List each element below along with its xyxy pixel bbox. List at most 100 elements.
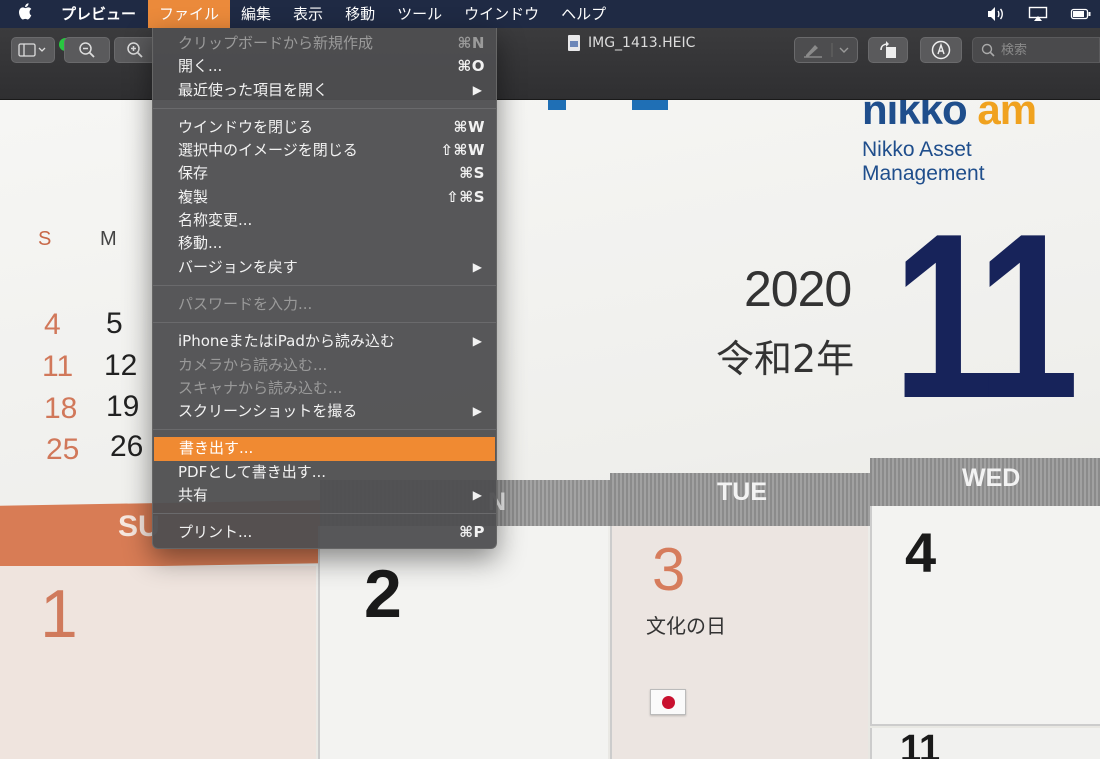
menu-item-label: クリップボードから新規作成 [178,34,374,52]
menu-help[interactable]: ヘルプ [550,0,617,28]
menu-item-label: 移動... [178,234,223,253]
file-menu-item[interactable]: プリント... ⌘P [153,521,496,544]
highlight-button[interactable] [794,37,858,63]
file-menu: クリップボードから新規作成 ⌘N 開く... ⌘O 最近使った項目を開く ▶ ウインドウを閉… [152,28,497,549]
file-menu-item[interactable]: 移動... [153,232,496,255]
menu-preview[interactable]: プレビュー [50,0,148,28]
mini-header-sun: S [38,228,52,250]
menu-item-shortcut: ⌘W [453,117,485,136]
zoom-out-button[interactable] [64,37,110,63]
file-menu-item[interactable]: 保存 ⌘S [153,162,496,185]
weekday-label-tuesday: TUE [717,478,767,506]
file-menu-item[interactable]: PDFとして書き出す... [153,461,496,484]
sidebar-toggle-button[interactable] [11,37,55,63]
menu-item-shortcut: ⇧⌘S [446,187,485,206]
file-menu-item[interactable]: ウインドウを閉じる ⌘W [153,116,496,139]
japan-flag-icon [650,689,686,715]
day-cell [610,526,868,759]
menu-view[interactable]: 表示 [282,0,334,28]
battery-icon[interactable] [1070,6,1092,22]
airplay-icon[interactable] [1028,6,1048,22]
rotate-button[interactable] [868,37,908,63]
mini-day: 4 [44,308,61,341]
day-number: 11 [900,728,941,759]
calendar-ring [548,100,566,110]
zoom-in-icon [126,42,143,58]
menu-edit[interactable]: 編集 [230,0,282,28]
file-menu-item: スキャナから読み込む... [153,377,496,400]
zoom-in-button[interactable] [114,37,154,63]
submenu-arrow-icon: ▶ [472,82,482,97]
file-menu-item[interactable]: バージョンを戻す ▶ [153,256,496,279]
file-menu-item[interactable]: 共有 ▶ [153,484,496,507]
search-input[interactable] [1001,42,1091,58]
menu-item-label: 共有 [178,486,209,505]
status-area [986,0,1092,28]
menu-item-label: スクリーンショットを撮る [178,402,358,421]
calendar-era: 令和2年 [716,337,855,381]
calendar-year: 2020 [744,261,852,317]
search-field[interactable] [972,37,1100,63]
menu-item-label: PDFとして書き出す... [178,462,327,481]
submenu-arrow-icon: ▶ [472,404,482,419]
menu-go[interactable]: 移動 [334,0,386,28]
menu-item-shortcut: ⌘N [457,34,485,52]
menu-file[interactable]: ファイル [148,0,231,28]
file-menu-item[interactable]: スクリーンショットを撮る ▶ [153,400,496,423]
menu-item-label: カメラから読み込む... [178,355,328,374]
mini-day: 11 [42,350,74,383]
mini-header-mon: M [100,228,117,250]
day-cell [318,526,608,759]
menu-item-label: 書き出す... [179,439,254,458]
menu-item-label: 開く... [178,57,223,76]
day-number: 1 [40,576,78,652]
image-file-icon [568,35,580,51]
menu-item-label: 保存 [178,164,209,183]
file-menu-item[interactable]: 書き出す... [154,437,495,461]
window-title: IMG_1413.HEIC [568,35,695,51]
menu-tools[interactable]: ツール [386,0,453,28]
markup-toolbar-button[interactable] [920,37,962,63]
day-number: 2 [364,556,402,632]
menu-item-label: バージョンを戻す [178,257,298,276]
menu-item-label: プリント... [178,523,253,542]
apple-menu-icon[interactable] [0,3,50,25]
holiday-label: 文化の日 [646,614,726,638]
brand-logo-main: nikko [862,100,978,133]
submenu-arrow-icon: ▶ [472,259,482,274]
menu-window[interactable]: ウインドウ [453,0,550,28]
file-menu-item[interactable]: 最近使った項目を開く ▶ [153,79,496,102]
menu-item-label: 名称変更... [178,211,253,230]
file-menu-item[interactable]: 開く... ⌘O [153,55,496,78]
file-menu-item: パスワードを入力... [153,293,496,316]
zoom-out-icon [79,42,95,58]
screen: プレビュー ファイル 編集 表示 移動 ツール ウインドウ ヘルプ IMG_14… [0,0,1100,759]
volume-icon[interactable] [986,6,1006,22]
menu-separator [153,322,496,324]
menu-item-label: スキャナから読み込む... [178,378,343,397]
calendar-month: 11 [893,184,1079,447]
file-menu-item: カメラから読み込む... [153,354,496,377]
file-menu-item[interactable]: 名称変更... [153,209,496,232]
menu-separator [153,429,496,431]
menu-item-label: ウインドウを閉じる [178,117,314,136]
brand-logo: nikko am [862,100,1037,134]
highlighter-icon [804,43,849,58]
submenu-arrow-icon: ▶ [472,488,482,503]
menu-item-label: パスワードを入力... [178,294,313,313]
menu-separator [153,284,496,286]
menu-item-shortcut: ⌘O [457,57,485,76]
mini-day: 5 [106,307,123,340]
file-menu-item[interactable]: 複製 ⇧⌘S [153,186,496,209]
brand-logo-accent: am [977,100,1037,133]
menu-item-shortcut: ⌘S [459,164,485,183]
file-menu-item: クリップボードから新規作成 ⌘N [153,32,496,55]
menu-separator [153,513,496,515]
file-menu-item[interactable]: 選択中のイメージを閉じる ⇧⌘W [153,139,496,162]
file-menu-item[interactable]: iPhoneまたはiPadから読み込む ▶ [153,330,496,353]
brand-name: Nikko Asset Management [862,138,985,185]
weekday-label-wednesday: WED [962,464,1021,492]
menu-item-label: 選択中のイメージを閉じる [178,141,358,160]
menu-item-shortcut: ⇧⌘W [440,141,485,160]
mini-day: 12 [104,349,138,382]
